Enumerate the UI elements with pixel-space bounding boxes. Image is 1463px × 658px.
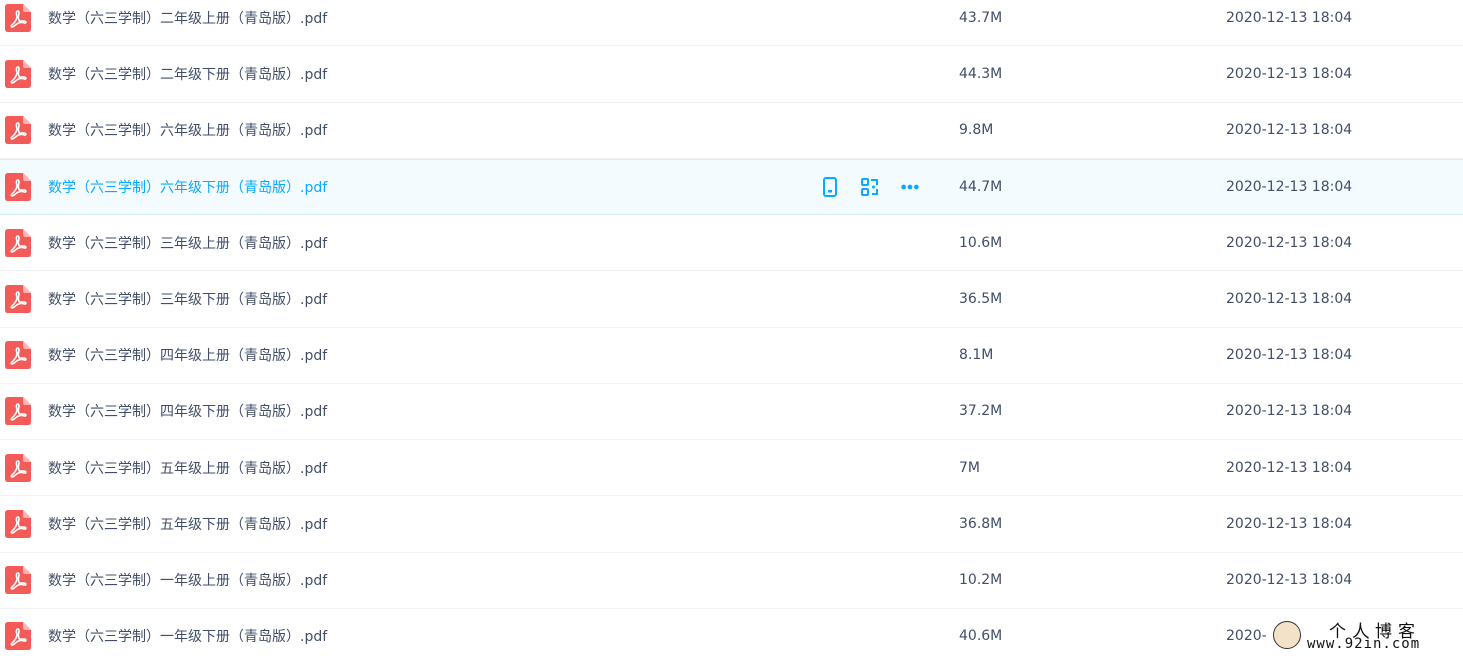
pdf-icon [5, 59, 31, 88]
file-row[interactable]: 数学（六三学制）五年级下册（青岛版）.pdf 36.8M 2020-12-13 18… [0, 496, 1463, 553]
file-date: 2020-12-13 18:04 [1226, 178, 1353, 195]
file-name-link[interactable]: 数学（六三学制）一年级下册（青岛版）.pdf [48, 626, 327, 646]
file-row[interactable]: 数学（六三学制）一年级下册（青岛版）.pdf 40.6M 2020- [0, 609, 1463, 658]
file-size: 10.6M [959, 234, 1003, 251]
file-row[interactable]: 数学（六三学制）四年级下册（青岛版）.pdf 37.2M 2020-12-13 18… [0, 384, 1463, 440]
file-size: 44.7M [959, 178, 1003, 195]
file-date: 2020-12-13 18:04 [1226, 290, 1353, 307]
file-date: 2020- [1226, 628, 1267, 645]
file-size: 44.3M [959, 65, 1003, 82]
pdf-icon [5, 172, 31, 201]
file-size: 36.5M [959, 290, 1003, 307]
pdf-icon [5, 116, 31, 145]
file-name-link[interactable]: 数学（六三学制）四年级下册（青岛版）.pdf [48, 401, 327, 421]
file-row[interactable]: 数学（六三学制）二年级上册（青岛版）.pdf 43.7M 2020-12-13 18… [0, 0, 1463, 47]
file-row[interactable]: 数学（六三学制）三年级下册（青岛版）.pdf 36.5M 2020-12-13 18… [0, 271, 1463, 328]
file-date: 2020-12-13 18:04 [1226, 65, 1353, 82]
file-row[interactable]: 数学（六三学制）二年级下册（青岛版）.pdf 44.3M 2020-12-13 18… [0, 46, 1463, 103]
file-name-link[interactable]: 数学（六三学制）二年级上册（青岛版）.pdf [48, 8, 327, 28]
file-name-link[interactable]: 数学（六三学制）六年级上册（青岛版）.pdf [48, 120, 327, 140]
file-date: 2020-12-13 18:04 [1226, 572, 1353, 589]
file-name-link[interactable]: 数学（六三学制）五年级上册（青岛版）.pdf [48, 458, 327, 478]
pdf-icon [5, 566, 31, 595]
file-name-link[interactable]: 数学（六三学制）六年级下册（青岛版）.pdf [48, 177, 327, 197]
file-size: 7M [959, 459, 980, 476]
file-size: 40.6M [959, 628, 1003, 645]
file-size: 36.8M [959, 515, 1003, 532]
file-row[interactable]: 数学（六三学制）三年级上册（青岛版）.pdf 10.6M 2020-12-13 18… [0, 215, 1463, 272]
file-size: 8.1M [959, 347, 994, 364]
phone-icon[interactable] [820, 176, 840, 197]
file-date: 2020-12-13 18:04 [1226, 347, 1353, 364]
more-icon[interactable] [900, 177, 920, 197]
pdf-icon [5, 284, 31, 313]
watermark: 个人博客 www.92in.com [1267, 617, 1459, 655]
pdf-icon [5, 228, 31, 257]
file-name-link[interactable]: 数学（六三学制）三年级下册（青岛版）.pdf [48, 289, 327, 309]
pdf-icon [5, 341, 31, 370]
file-name-link[interactable]: 数学（六三学制）三年级上册（青岛版）.pdf [48, 233, 327, 253]
file-row[interactable]: 数学（六三学制）六年级上册（青岛版）.pdf 9.8M 2020-12-13 18:… [0, 103, 1463, 159]
watermark-url: www.92in.com [1307, 636, 1421, 652]
file-date: 2020-12-13 18:04 [1226, 403, 1353, 420]
file-size: 9.8M [959, 122, 994, 139]
file-name-link[interactable]: 数学（六三学制）二年级下册（青岛版）.pdf [48, 64, 327, 84]
file-size: 43.7M [959, 9, 1003, 26]
file-name-link[interactable]: 数学（六三学制）四年级上册（青岛版）.pdf [48, 345, 327, 365]
pdf-icon [5, 509, 31, 538]
pdf-icon [5, 397, 31, 426]
file-list: 数学（六三学制）二年级上册（青岛版）.pdf 43.7M 2020-12-13 18… [0, 0, 1463, 651]
file-date: 2020-12-13 18:04 [1226, 122, 1353, 139]
file-date: 2020-12-13 18:04 [1226, 459, 1353, 476]
pdf-icon [5, 622, 31, 651]
file-size: 37.2M [959, 403, 1003, 420]
file-date: 2020-12-13 18:04 [1226, 9, 1353, 26]
file-row[interactable]: 数学（六三学制）六年级下册（青岛版）.pdf 44.7M 2020-12-13 18… [0, 158, 1463, 215]
share-icon[interactable] [860, 177, 880, 197]
file-name-link[interactable]: 数学（六三学制）五年级下册（青岛版）.pdf [48, 514, 327, 534]
file-row[interactable]: 数学（六三学制）四年级上册（青岛版）.pdf 8.1M 2020-12-13 18:… [0, 328, 1463, 384]
file-size: 10.2M [959, 572, 1003, 589]
file-name-link[interactable]: 数学（六三学制）一年级上册（青岛版）.pdf [48, 570, 327, 590]
file-row[interactable]: 数学（六三学制）五年级上册（青岛版）.pdf 7M 2020-12-13 18:04 [0, 440, 1463, 497]
pdf-icon [5, 3, 31, 32]
row-actions [820, 176, 920, 197]
file-date: 2020-12-13 18:04 [1226, 234, 1353, 251]
file-row[interactable]: 数学（六三学制）一年级上册（青岛版）.pdf 10.2M 2020-12-13 18… [0, 553, 1463, 609]
file-date: 2020-12-13 18:04 [1226, 515, 1353, 532]
pdf-icon [5, 453, 31, 482]
watermark-avatar-icon [1273, 621, 1301, 649]
